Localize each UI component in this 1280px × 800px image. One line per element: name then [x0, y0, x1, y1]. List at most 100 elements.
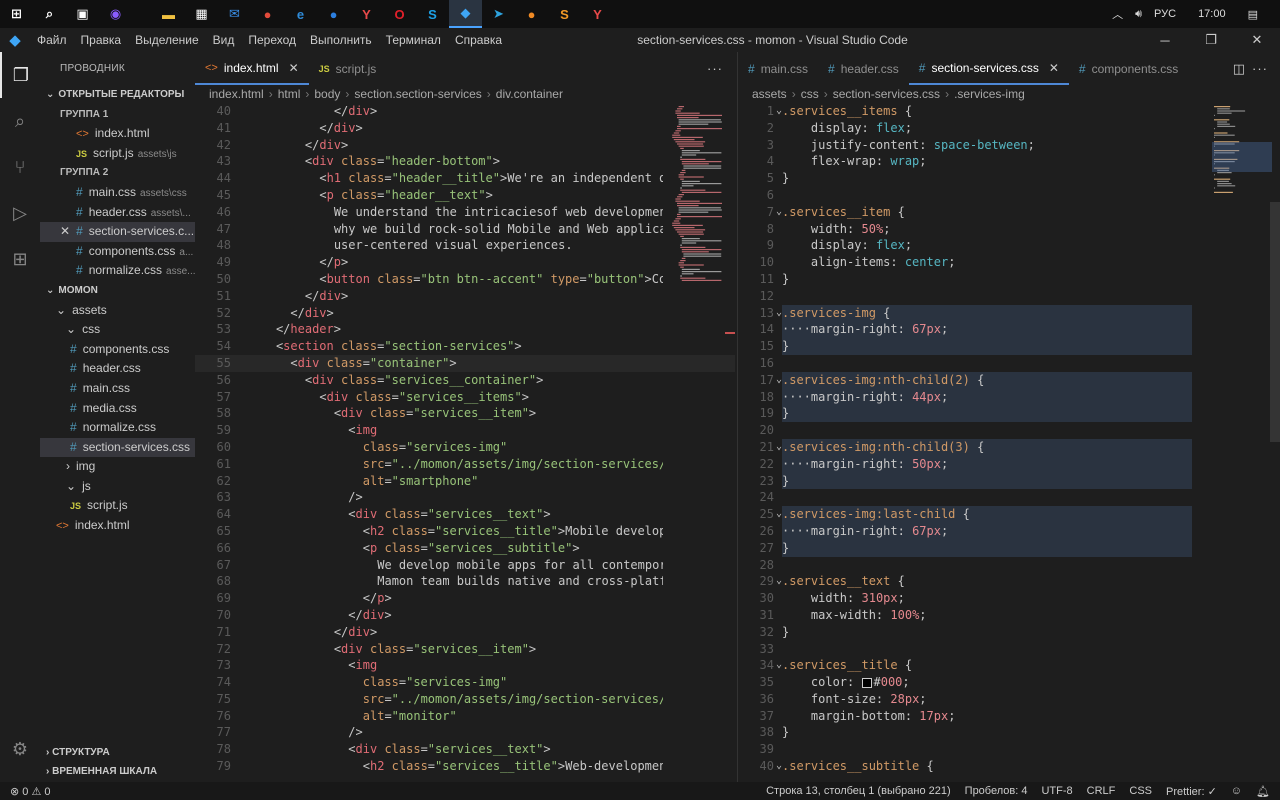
editor-tab[interactable]: # header.css	[818, 52, 909, 85]
split-editor-icon[interactable]: ◫	[1233, 61, 1246, 77]
more-actions-icon[interactable]: ···	[707, 61, 723, 76]
cursor-position[interactable]: Строка 13, столбец 1 (выбрано 221)	[766, 785, 951, 797]
scrollbar[interactable]	[1270, 102, 1280, 782]
taskbar-firefox-icon[interactable]: ●	[317, 0, 350, 28]
breadcrumb-item[interactable]: section.section-services	[354, 87, 481, 101]
language-mode[interactable]: CSS	[1129, 785, 1152, 797]
more-actions-icon[interactable]: ···	[1252, 61, 1268, 76]
taskbar-yandex-browser-icon[interactable]: Y	[581, 0, 614, 28]
menu-item[interactable]: Выполнить	[303, 28, 379, 52]
tree-file[interactable]: # media.css	[40, 399, 195, 419]
open-editor-item[interactable]: # header.css assets\...	[40, 203, 195, 223]
encoding[interactable]: UTF-8	[1041, 785, 1072, 797]
tree-file[interactable]: <> index.html	[40, 516, 195, 536]
breadcrumb-item[interactable]: .services-img	[954, 87, 1025, 101]
taskbar-file-explorer-icon[interactable]: ▬	[152, 0, 185, 28]
taskbar-mail-icon[interactable]: ✉	[218, 0, 251, 28]
restore-icon[interactable]: ❐	[1188, 28, 1234, 52]
menu-item[interactable]: Терминал	[379, 28, 448, 52]
folder-js[interactable]: ⌄ js	[40, 477, 195, 497]
taskbar-task-view-icon[interactable]: ▣	[66, 0, 99, 28]
breadcrumb-item[interactable]: css	[801, 87, 819, 101]
line-ending[interactable]: CRLF	[1087, 785, 1116, 797]
menu-item[interactable]: Правка	[74, 28, 129, 52]
search-icon[interactable]: ⌕	[0, 98, 40, 144]
open-editor-item[interactable]: # components.css a...	[40, 242, 195, 262]
extensions-icon[interactable]: ⊞	[0, 236, 40, 282]
menu-item[interactable]: Вид	[206, 28, 242, 52]
tree-file[interactable]: # main.css	[40, 379, 195, 399]
editor-tab[interactable]: # section-services.css ✕	[908, 52, 1069, 85]
menu-item[interactable]: Переход	[241, 28, 303, 52]
open-editor-item[interactable]: JS script.js assets\js	[40, 144, 195, 164]
taskbar-yandex-icon[interactable]: Y	[350, 0, 383, 28]
menu-item[interactable]: Файл	[30, 28, 74, 52]
problems-indicator[interactable]: ⊗ 0 ⚠ 0	[10, 785, 50, 798]
explorer-icon[interactable]: ❐	[0, 52, 40, 98]
close-icon[interactable]: ✕	[1049, 61, 1059, 75]
scrollbar[interactable]	[725, 102, 735, 782]
breadcrumb-item[interactable]: index.html	[209, 87, 264, 101]
action-center-icon[interactable]: ▤	[1248, 8, 1258, 21]
chevron-up-icon[interactable]: ︿	[1112, 6, 1123, 22]
tree-file[interactable]: # components.css	[40, 340, 195, 360]
feedback-icon[interactable]: ☺	[1231, 785, 1242, 797]
menu-item[interactable]: Справка	[448, 28, 509, 52]
breadcrumb-item[interactable]: body	[314, 87, 340, 101]
prettier-status[interactable]: Prettier: ✓	[1166, 785, 1217, 798]
tree-file[interactable]: # header.css	[40, 359, 195, 379]
minimap[interactable]	[667, 102, 727, 782]
project-root[interactable]: ⌄ MOMON	[40, 281, 195, 301]
close-icon[interactable]: ✕	[60, 224, 70, 238]
taskbar-firefox-dev-icon[interactable]: ●	[515, 0, 548, 28]
keyboard-language[interactable]: РУС	[1154, 8, 1176, 20]
editor-tab[interactable]: <> index.html ✕	[195, 52, 309, 85]
settings-gear-icon[interactable]: ⚙	[0, 726, 40, 772]
close-icon[interactable]: ✕	[289, 61, 299, 75]
code-editor-css[interactable]: 1 ⌄ .services__items {2 display: flex; 3 ju…	[738, 103, 1280, 775]
taskbar-sublime-icon[interactable]: S	[548, 0, 581, 28]
clock[interactable]: 17:00	[1198, 8, 1226, 20]
open-editor-item[interactable]: ✕ # section-services.c...	[40, 222, 195, 242]
taskbar-store-icon[interactable]: ▦	[185, 0, 218, 28]
minimap[interactable]	[1212, 102, 1272, 782]
folder-css[interactable]: ⌄ css	[40, 320, 195, 340]
outline-section[interactable]: › СТРУКТУРА	[40, 743, 195, 763]
tree-file[interactable]: JS script.js	[40, 496, 195, 516]
indentation[interactable]: Пробелов: 4	[965, 785, 1028, 797]
editor-tab[interactable]: # components.css	[1069, 52, 1188, 85]
taskbar-telegram-icon[interactable]: ➤	[482, 0, 515, 28]
taskbar-windows-start-icon[interactable]: ⊞	[0, 0, 33, 28]
volume-icon[interactable]: 🔊︎	[1135, 8, 1142, 21]
scrollbar-thumb[interactable]	[1270, 202, 1280, 442]
folder-img[interactable]: › img	[40, 457, 195, 477]
editor-tab[interactable]: # main.css	[738, 52, 818, 85]
open-editors-section[interactable]: ⌄ ОТКРЫТЫЕ РЕДАКТОРЫ	[40, 85, 195, 105]
menu-item[interactable]: Выделение	[128, 28, 206, 52]
open-editor-item[interactable]: # normalize.css asse...	[40, 261, 195, 281]
notifications-icon[interactable]: 🔔︎	[1256, 785, 1270, 798]
taskbar-alice-icon[interactable]: ◉	[99, 0, 132, 28]
tree-file[interactable]: # section-services.css	[40, 437, 195, 458]
editor-tab[interactable]: JS script.js	[309, 52, 387, 85]
open-editor-item[interactable]: <> index.html	[40, 124, 195, 144]
open-editor-item[interactable]: # main.css assets\css	[40, 183, 195, 203]
run-debug-icon[interactable]: ▷	[0, 190, 40, 236]
taskbar-chrome-icon[interactable]: ●	[251, 0, 284, 28]
editor-group-1-header[interactable]: ГРУППА 1	[40, 105, 195, 125]
taskbar-edge-icon[interactable]: e	[284, 0, 317, 28]
taskbar-search-icon[interactable]: ⌕	[33, 0, 66, 28]
folder-assets[interactable]: ⌄ assets	[40, 301, 195, 321]
source-control-icon[interactable]: ⑂	[0, 144, 40, 190]
breadcrumb-item[interactable]: assets	[752, 87, 787, 101]
taskbar-vscode-icon[interactable]: ◆	[449, 0, 482, 28]
close-icon[interactable]: ✕	[1234, 28, 1280, 52]
editor-group-2-header[interactable]: ГРУППА 2	[40, 163, 195, 183]
breadcrumb-item[interactable]: div.container	[496, 87, 563, 101]
taskbar-skype-icon[interactable]: S	[416, 0, 449, 28]
breadcrumb-item[interactable]: section-services.css	[833, 87, 940, 101]
timeline-section[interactable]: › ВРЕМЕННАЯ ШКАЛА	[40, 762, 195, 782]
minimize-icon[interactable]: ─	[1142, 28, 1188, 52]
code-editor-html[interactable]: 40 </div> 41 </div> 42 </div> 43 <div class…	[195, 103, 735, 775]
taskbar-opera-icon[interactable]: O	[383, 0, 416, 28]
